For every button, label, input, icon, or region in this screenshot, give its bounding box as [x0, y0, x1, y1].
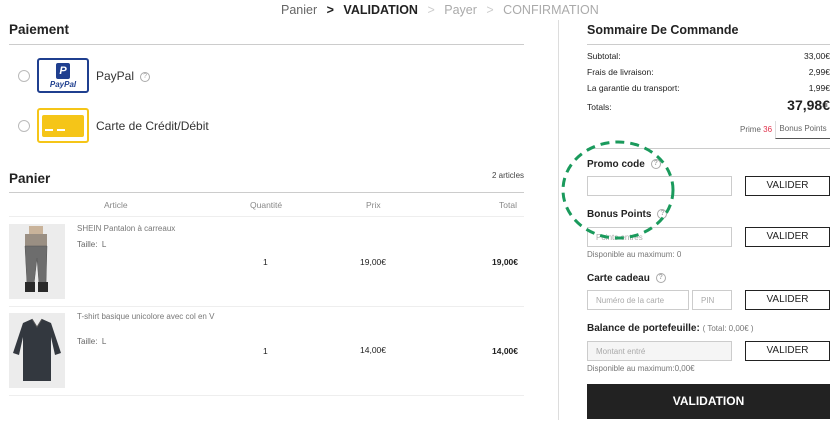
step-separator: >	[486, 3, 494, 17]
gift-validate-button[interactable]: VALIDER	[745, 290, 830, 310]
guarantee-value: 1,99€	[808, 83, 830, 93]
gift-card-number-input[interactable]: Numéro de la carte	[587, 290, 689, 310]
column-divider	[558, 20, 559, 420]
step-validation: VALIDATION	[343, 3, 418, 17]
prime-value: 36	[763, 125, 773, 134]
prime-info: Prime 36	[740, 125, 772, 134]
bonus-validate-button[interactable]: VALIDER	[745, 227, 830, 247]
checkout-steps: Panier > VALIDATION > Payer > CONFIRMATI…	[281, 3, 605, 17]
product-price: 19,00€	[360, 257, 386, 267]
product-qty: 1	[263, 257, 268, 267]
step-separator: >	[326, 3, 334, 17]
gift-card-pin-input[interactable]: PIN	[692, 290, 732, 310]
product-name[interactable]: SHEIN Pantalon à carreaux	[77, 224, 217, 233]
bonus-max-note: Disponible au maximum: 0	[587, 250, 682, 259]
divider	[9, 216, 524, 217]
promo-validate-button[interactable]: VALIDER	[745, 176, 830, 196]
gift-card-label: Carte cadeau?	[587, 273, 666, 284]
help-icon[interactable]: ?	[655, 273, 666, 284]
wallet-total: ( Total: 0,00€ )	[702, 324, 754, 333]
header-prix: Prix	[366, 200, 381, 210]
product-qty: 1	[263, 346, 268, 356]
divider	[9, 44, 524, 45]
size-label: Taille:	[77, 337, 98, 346]
wallet-validate-button[interactable]: VALIDER	[745, 341, 830, 361]
bonus-points-tab[interactable]: Bonus Points	[775, 121, 830, 139]
step-panier[interactable]: Panier	[281, 3, 317, 17]
size-label: Taille:	[77, 240, 98, 249]
product-size: Taille: L	[77, 240, 106, 249]
header-total: Total	[499, 200, 517, 210]
cart-title: Panier	[9, 171, 51, 186]
product-image-tshirt[interactable]	[9, 313, 65, 388]
product-total: 14,00€	[492, 346, 518, 356]
shipping-value: 2,99€	[808, 67, 830, 77]
gift-label-text: Carte cadeau	[587, 273, 650, 284]
subtotal-label: Subtotal:	[587, 51, 621, 61]
paypal-p-icon: P	[56, 63, 70, 79]
payment-title: Paiement	[9, 22, 70, 37]
product-name[interactable]: T-shirt basique unicolore avec col en V	[77, 312, 217, 322]
header-article: Article	[104, 200, 128, 210]
total-label: Totals:	[587, 102, 612, 112]
divider	[587, 44, 830, 45]
product-size: Taille: L	[77, 337, 106, 346]
divider	[9, 306, 524, 307]
subtotal-value: 33,00€	[804, 51, 830, 61]
divider	[9, 192, 524, 193]
header-quantite: Quantité	[250, 200, 283, 210]
cart-count: 2 articles	[492, 171, 525, 180]
product-price: 14,00€	[360, 345, 386, 355]
product-total: 19,00€	[492, 257, 518, 267]
guarantee-label: La garantie du transport:	[587, 83, 680, 93]
annotation-circle	[561, 140, 675, 240]
help-icon[interactable]: ?	[140, 71, 151, 82]
validation-button[interactable]: VALIDATION	[587, 384, 830, 419]
paypal-logo-text: PayPal	[49, 80, 77, 89]
card-icon	[37, 108, 89, 143]
paypal-logo: P PayPal	[37, 58, 89, 93]
size-value: L	[101, 240, 107, 249]
step-confirmation: CONFIRMATION	[503, 3, 599, 17]
wallet-amount-input[interactable]: Montant entré	[587, 341, 732, 361]
total-value: 37,98€	[787, 97, 830, 113]
step-payer: Payer	[444, 3, 477, 17]
product-image-pants[interactable]	[9, 224, 65, 299]
step-separator: >	[427, 3, 435, 17]
prime-label: Prime	[740, 125, 761, 134]
card-label: Carte de Crédit/Débit	[96, 119, 209, 133]
wallet-label-text: Balance de portefeuille:	[587, 323, 700, 334]
tshirt-image	[13, 318, 61, 381]
paypal-label-text: PayPal	[96, 69, 135, 83]
wallet-label: Balance de portefeuille: ( Total: 0,00€ …	[587, 323, 754, 334]
size-value: L	[101, 337, 107, 346]
divider	[9, 395, 524, 396]
paypal-radio[interactable]	[18, 70, 30, 82]
summary-title: Sommaire De Commande	[587, 23, 739, 37]
shipping-label: Frais de livraison:	[587, 67, 654, 77]
pants-image	[24, 226, 48, 292]
card-radio[interactable]	[18, 120, 30, 132]
paypal-label: PayPal?	[96, 69, 151, 83]
wallet-max-note: Disponible au maximum:0,00€	[587, 364, 695, 373]
